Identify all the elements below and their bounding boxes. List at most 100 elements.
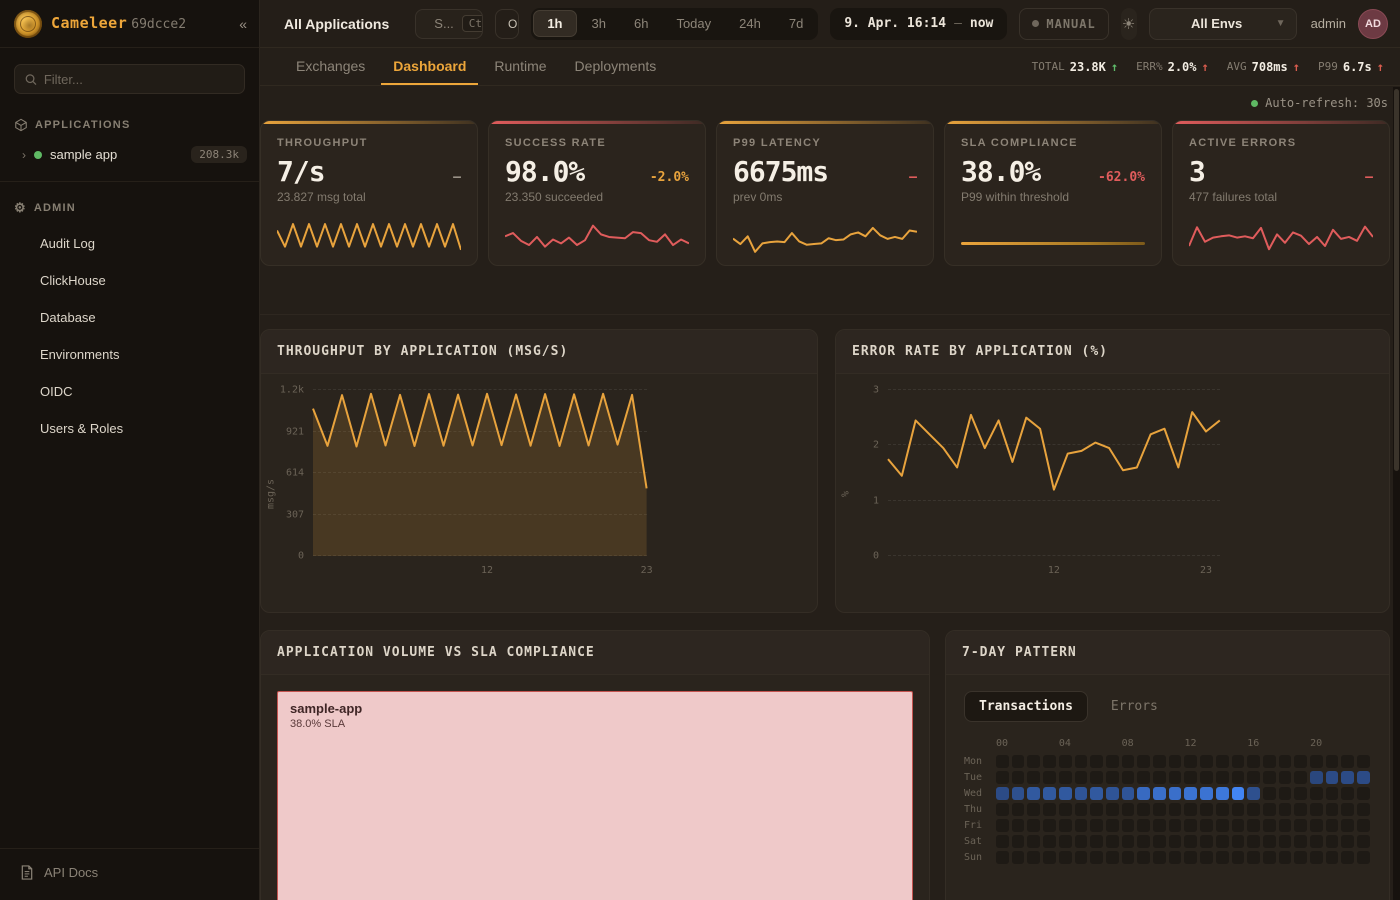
heatmap-cell: [1075, 851, 1088, 864]
heatmap-cell: [1090, 771, 1103, 784]
tab-deployments[interactable]: Deployments: [563, 48, 669, 85]
filter-input[interactable]: [44, 72, 234, 87]
cube-icon: [14, 118, 28, 132]
theme-toggle-button[interactable]: ☀: [1121, 8, 1137, 40]
heatmap-cell: [1090, 819, 1103, 832]
x-tick-label: 23: [1200, 565, 1212, 576]
environment-select[interactable]: All Envs ▼: [1149, 8, 1297, 40]
kpi-subtitle: P99 within threshold: [961, 190, 1145, 204]
time-range-6h[interactable]: 6h: [621, 11, 661, 36]
heatmap-cell: [996, 755, 1009, 768]
heatmap-cell: [1153, 755, 1166, 768]
heatmap-cell: [1247, 835, 1260, 848]
heatmap-cell: [1216, 819, 1229, 832]
sidebar-item-users-roles[interactable]: Users & Roles: [0, 413, 259, 444]
y-tick-label: 307: [286, 509, 304, 520]
time-range-today[interactable]: Today: [663, 11, 724, 36]
heatmap-cell: [1232, 835, 1245, 848]
x-tick-label: 12: [1048, 565, 1060, 576]
mode-errors-button[interactable]: Errors: [1096, 691, 1173, 722]
global-search-button[interactable]: S... Ctrl+K: [415, 9, 483, 39]
heatmap-cell: [1232, 771, 1245, 784]
kpi-card-throughput: THROUGHPUT 7/s– 23.827 msg total: [260, 120, 478, 266]
heatmap-cell: [1294, 851, 1307, 864]
heatmap-cell: [1137, 803, 1150, 816]
heatmap-cell: [1075, 787, 1088, 800]
mode-transactions-button[interactable]: Transactions: [964, 691, 1088, 722]
heatmap-cell: [1137, 771, 1150, 784]
heatmap-cell: [1059, 771, 1072, 784]
heatmap-hour-labels: 000408121620: [964, 738, 1373, 749]
heatmap-cell: [1059, 819, 1072, 832]
heatmap-cell: [1169, 755, 1182, 768]
heatmap-cell: [1357, 803, 1370, 816]
sidebar: Cameleer69dcce2 « APPLICATIONS › sample …: [0, 0, 260, 900]
sidebar-item-audit-log[interactable]: Audit Log: [0, 228, 259, 259]
heatmap-cell: [1326, 851, 1339, 864]
tab-dashboard[interactable]: Dashboard: [381, 48, 478, 85]
sidebar-filter[interactable]: [14, 64, 245, 94]
heatmap-cell: [1200, 787, 1213, 800]
line-series: [888, 390, 1220, 556]
heatmap-cell: [1075, 755, 1088, 768]
kpi-accent-bar: [489, 121, 705, 124]
sidebar-item-api-docs[interactable]: API Docs: [0, 848, 259, 900]
sidebar-item-environments[interactable]: Environments: [0, 339, 259, 370]
scrollbar-thumb[interactable]: [1394, 89, 1399, 471]
heatmap-cell: [1075, 771, 1088, 784]
kpi-subtitle: 23.350 succeeded: [505, 190, 689, 204]
tab-exchanges[interactable]: Exchanges: [284, 48, 377, 85]
document-icon: [20, 865, 34, 880]
heatmap-cell: [1310, 835, 1323, 848]
heatmap-cell: [1137, 819, 1150, 832]
main-area: All Applications S... Ctrl+K O 1h 3h 6h …: [260, 0, 1400, 900]
tab-runtime[interactable]: Runtime: [482, 48, 558, 85]
topbar: All Applications S... Ctrl+K O 1h 3h 6h …: [260, 0, 1400, 48]
hour-label: [1294, 738, 1310, 749]
heatmap-cell: [1357, 851, 1370, 864]
heatmap-cell: [1090, 803, 1103, 816]
y-axis-label: msg/s: [266, 478, 277, 508]
hour-label: 16: [1247, 738, 1263, 749]
sidebar-item-database[interactable]: Database: [0, 302, 259, 333]
sparkline-chart: [733, 217, 917, 255]
hour-label: [1106, 738, 1122, 749]
treemap-cell-sample-app[interactable]: sample-app 38.0% SLA: [277, 691, 913, 900]
hour-label: [1153, 738, 1169, 749]
heatmap-cell: [1341, 803, 1354, 816]
stat-err: ERR%2.0%↑: [1136, 60, 1209, 74]
heatmap-cell: [1027, 755, 1040, 768]
heatmap-cell: [1122, 755, 1135, 768]
error-rate-chart-card: ERROR RATE BY APPLICATION (%) %01231223: [835, 329, 1390, 613]
sidebar-item-oidc[interactable]: OIDC: [0, 376, 259, 407]
kpi-accent-bar: [717, 121, 933, 124]
app-count-badge: 208.3k: [191, 146, 247, 163]
time-range-24h[interactable]: 24h: [726, 11, 774, 36]
heatmap-body: Transactions Errors 000408121620MonTueWe…: [946, 675, 1389, 865]
avatar[interactable]: AD: [1358, 9, 1388, 39]
kpi-delta: –: [1365, 170, 1373, 185]
heatmap-cell: [1184, 787, 1197, 800]
sidebar-collapse-button[interactable]: «: [239, 16, 247, 32]
heatmap-cell: [1184, 851, 1197, 864]
heatmap-cell: [996, 851, 1009, 864]
sidebar-item-clickhouse[interactable]: ClickHouse: [0, 265, 259, 296]
heatmap-cell: [1184, 819, 1197, 832]
kpi-value: 7/s: [277, 155, 325, 188]
kpi-card-active-errors: ACTIVE ERRORS 3– 477 failures total: [1172, 120, 1390, 266]
time-range-3h[interactable]: 3h: [579, 11, 619, 36]
time-range-1h[interactable]: 1h: [533, 10, 576, 37]
time-range-group: 1h 3h 6h Today 24h 7d: [531, 8, 818, 40]
manual-refresh-button[interactable]: MANUAL: [1019, 8, 1108, 40]
heatmap-cell: [1310, 771, 1323, 784]
sidebar-item-sample-app[interactable]: › sample app 208.3k: [0, 138, 259, 171]
heatmap-cell: [1059, 755, 1072, 768]
kpi-delta: –: [909, 170, 917, 185]
date-range-picker[interactable]: 9. Apr. 16:14 – now: [830, 8, 1007, 40]
time-range-7d[interactable]: 7d: [776, 11, 816, 36]
kpi-card-p99-latency: P99 LATENCY 6675ms– prev 0ms: [716, 120, 934, 266]
heatmap-cell: [1216, 835, 1229, 848]
heatmap-cell: [1043, 819, 1056, 832]
heatmap-cell: [1027, 835, 1040, 848]
connection-status-button[interactable]: O: [495, 9, 519, 39]
